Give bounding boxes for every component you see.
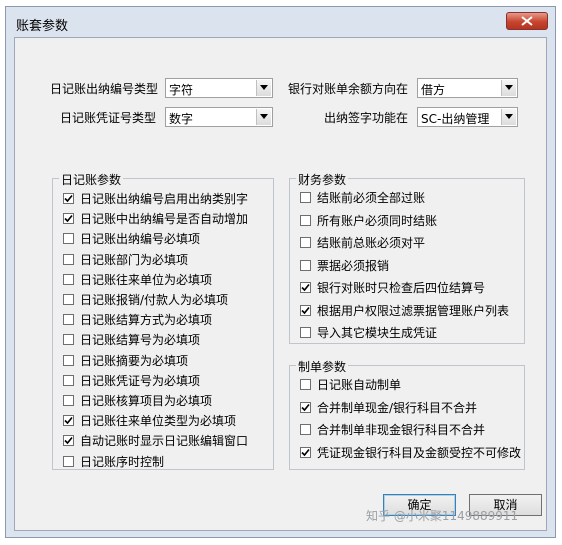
title-bar[interactable]: 账套参数 (6, 7, 555, 37)
checkbox-label: 日记账出纳编号启用出纳类别字 (80, 192, 249, 206)
checkbox-checked[interactable] (300, 282, 311, 293)
finance-params-title: 财务参数 (296, 171, 349, 188)
checkbox-label: 日记账报销/付款人为必填项 (80, 293, 229, 307)
checkbox-label: 结账前总账必须对平 (317, 236, 426, 250)
dropdown-arrow[interactable] (501, 109, 516, 125)
checkbox-unchecked[interactable] (63, 395, 74, 406)
journal-params-group: 日记账参数 日记账出纳编号启用出纳类别字 日记账中出纳编号是否自动增加 日记账出纳编… (52, 171, 274, 470)
checkbox-label: 银行对账时只检查后四位结算号 (317, 281, 486, 295)
checkbox-label: 日记账核算项目为必填项 (80, 394, 213, 408)
checkbox-label: 所有账户必须同时结账 (317, 213, 438, 228)
checkmark-icon (301, 283, 310, 292)
checkbox-checked[interactable] (63, 435, 74, 447)
checkbox-label: 日记账摘要为必填项 (80, 353, 189, 368)
checkbox-unchecked[interactable] (300, 237, 311, 248)
journal-number-type-select[interactable]: 字符 (165, 78, 273, 98)
watermark-text: 知乎 @小米聚1149889911 (366, 509, 519, 523)
checkbox-unchecked[interactable] (300, 259, 311, 271)
checkmark-icon (301, 403, 310, 411)
dialog-body: 日记账出纳编号类型 字符 日记账凭证号类型 数字 银行对账单余额方向在 借方 出… (14, 37, 547, 531)
checkmark-icon (64, 437, 73, 445)
checkbox-label: 日记账往来单位类型为必填项 (80, 414, 237, 429)
dialog-window: 账套参数 日记账出纳编号类型 字符 日记账凭证号类型 数字 银行对账单余额方向在… (5, 6, 556, 538)
checkbox-unchecked[interactable] (63, 233, 74, 245)
checkbox-unchecked[interactable] (300, 192, 311, 203)
checkbox-label: 日记账中出纳编号是否自动增加 (80, 212, 249, 227)
chevron-down-icon (260, 114, 268, 119)
checkbox-label: 日记账序时控制 (80, 454, 165, 469)
bank-balance-direction-select[interactable]: 借方 (417, 78, 518, 98)
voucher-params-group: 制单参数 日记账自动制单合并制单现金/银行科目不合并 合并制单非现金银行科目不合并… (289, 358, 525, 470)
voucher-number-type-label: 日记账凭证号类型 (60, 111, 157, 125)
checkbox-unchecked[interactable] (300, 379, 311, 390)
checkbox-label: 日记账结算号为必填项 (80, 333, 201, 348)
close-button[interactable] (506, 12, 548, 30)
checkbox-label: 日记账往来单位为必填项 (80, 272, 213, 287)
checkbox-checked[interactable] (300, 304, 311, 316)
checkbox-unchecked[interactable] (63, 354, 74, 366)
checkbox-unchecked[interactable] (63, 455, 74, 467)
checkbox-label: 日记账部门为必填项 (80, 252, 189, 267)
chevron-down-icon (505, 85, 513, 90)
checkbox-checked[interactable] (300, 446, 311, 458)
dropdown-arrow[interactable] (256, 109, 271, 125)
checkmark-icon (64, 194, 73, 203)
journal-number-type-label: 日记账出纳编号类型 (50, 82, 159, 96)
checkmark-icon (64, 215, 73, 223)
checkbox-unchecked[interactable] (63, 374, 74, 386)
journal-params-title: 日记账参数 (59, 171, 124, 188)
checkmark-icon (64, 417, 73, 425)
cashier-sign-label: 出纳签字功能在 (324, 111, 409, 125)
checkbox-unchecked[interactable] (63, 273, 74, 285)
dropdown-arrow[interactable] (501, 80, 516, 96)
finance-params-group: 财务参数 结账前必须全部过账 所有账户必须同时结账 结账前总账必须对平 票据必须报销银… (289, 171, 525, 344)
dropdown-arrow[interactable] (256, 80, 271, 96)
checkbox-label: 日记账自动制单 (317, 378, 402, 392)
checkbox-unchecked[interactable] (300, 424, 311, 435)
checkbox-unchecked[interactable] (63, 253, 74, 265)
bank-balance-direction-label: 银行对账单余额方向在 (288, 82, 409, 96)
chevron-down-icon (260, 85, 268, 90)
checkmark-icon (301, 448, 310, 456)
checkbox-label: 自动记账时显示日记账编辑窗口 (80, 434, 249, 449)
checkmark-icon (301, 306, 310, 314)
voucher-params-title: 制单参数 (296, 358, 349, 375)
checkbox-label: 日记账结算方式为必填项 (80, 313, 213, 328)
checkbox-label: 票据必须报销 (317, 258, 390, 273)
checkbox-checked[interactable] (63, 415, 74, 427)
chevron-down-icon (505, 114, 513, 119)
checkbox-unchecked[interactable] (300, 327, 311, 338)
checkbox-label: 合并制单非现金银行科目不合并 (317, 423, 486, 437)
checkbox-unchecked[interactable] (63, 334, 74, 346)
checkbox-checked[interactable] (63, 193, 74, 204)
checkbox-unchecked[interactable] (63, 314, 74, 326)
checkbox-label: 合并制单现金/银行科目不合并 (317, 400, 478, 415)
checkbox-label: 凭证现金银行科目及金额受控不可修改 (317, 445, 522, 460)
checkbox-unchecked[interactable] (300, 214, 311, 226)
checkbox-label: 导入其它模块生成凭证 (317, 326, 438, 340)
window-title: 账套参数 (16, 19, 69, 34)
checkbox-label: 结账前必须全部过账 (317, 191, 426, 205)
checkbox-checked[interactable] (300, 401, 311, 413)
checkbox-label: 根据用户权限过滤票据管理账户列表 (317, 303, 510, 318)
checkbox-unchecked[interactable] (63, 294, 74, 305)
cashier-sign-select[interactable]: SC-出纳管理 (417, 107, 518, 127)
checkbox-checked[interactable] (63, 213, 74, 225)
checkbox-label: 日记账凭证号为必填项 (80, 373, 201, 388)
voucher-number-type-select[interactable]: 数字 (165, 107, 273, 127)
checkbox-label: 日记账出纳编号必填项 (80, 232, 201, 247)
close-icon (521, 16, 533, 26)
